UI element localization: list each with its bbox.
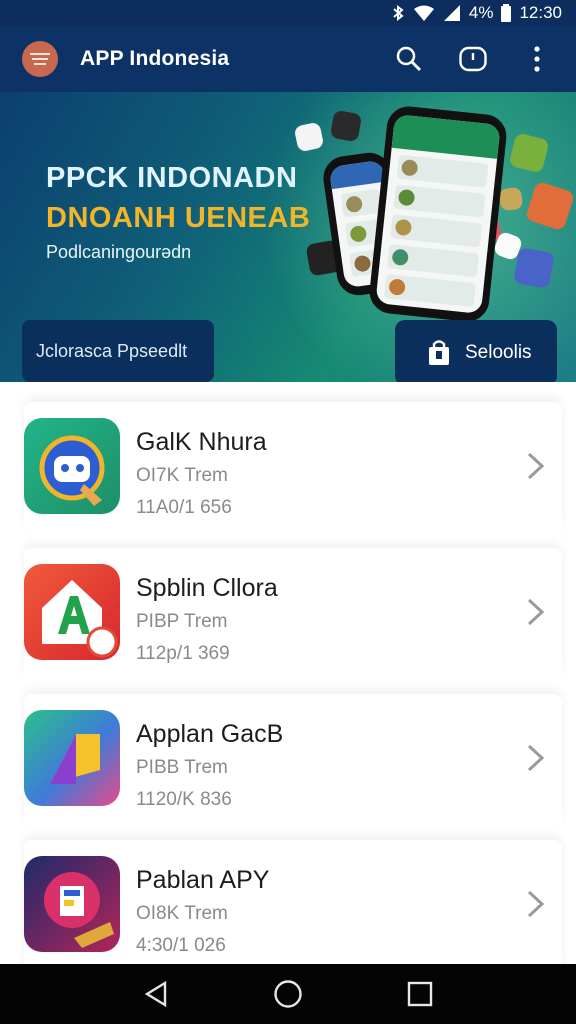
recents-button[interactable] xyxy=(400,974,440,1014)
tab-left[interactable]: Jclorasca Ppseedlt xyxy=(22,320,214,382)
chevron-right-icon xyxy=(527,890,545,918)
timer-button[interactable] xyxy=(458,44,488,74)
letter-f-app-icon xyxy=(24,856,120,952)
app-title: APP Indonesia xyxy=(80,47,230,70)
battery-percent: 4% xyxy=(468,3,494,22)
list-item[interactable]: Spblin Cllora PIBP Trem 112p/1 369 xyxy=(24,548,562,680)
home-button[interactable] xyxy=(268,974,308,1014)
banner-headline-2: DNOANH UENEAB xyxy=(46,202,311,234)
app-name: GalK Nhura xyxy=(136,428,267,456)
app-date: 11A0/1 656 xyxy=(136,497,232,518)
signal-icon xyxy=(443,5,461,21)
search-icon xyxy=(396,46,421,71)
wifi-icon xyxy=(413,5,435,21)
app-bar: APP Indonesia xyxy=(0,26,576,92)
app-name: Spblin Cllora xyxy=(136,574,278,602)
back-button[interactable] xyxy=(136,974,176,1014)
gradient-shape-app-icon xyxy=(24,710,120,806)
menu-icon xyxy=(30,53,50,65)
tab-right-label: Seloolis xyxy=(465,342,532,363)
more-vert-icon xyxy=(534,46,540,72)
banner-subline: Podlcaningourədn xyxy=(46,242,192,262)
list-item[interactable]: Pablan APY OI8K Trem 4:30/1 026 xyxy=(24,840,562,964)
robot-app-icon xyxy=(24,418,120,514)
app-meta: PIBB Trem xyxy=(136,757,228,778)
promo-banner[interactable]: PPCK INDONADN DNOANH UENEAB Podlcaningou… xyxy=(0,92,576,382)
battery-icon xyxy=(501,4,512,22)
tab-notch xyxy=(62,370,86,382)
app-name: Applan GacB xyxy=(136,720,284,748)
system-nav-bar xyxy=(0,964,576,1024)
app-list: GalK Nhura OI7K Trem 11A0/1 656 Spblin C… xyxy=(0,382,576,964)
app-meta: OI8K Trem xyxy=(136,903,228,924)
list-item[interactable]: Applan GacB PIBB Trem 1120/K 836 xyxy=(24,694,562,826)
tab-right[interactable]: Seloolis xyxy=(395,320,557,382)
banner-headline-1: PPCK INDONADN xyxy=(46,162,298,194)
chevron-right-icon xyxy=(527,598,545,626)
chevron-right-icon xyxy=(527,452,545,480)
chevron-right-icon xyxy=(527,744,545,772)
letter-a-app-icon xyxy=(24,564,120,660)
floating-app-icon xyxy=(329,109,363,143)
phone-illustration-front xyxy=(367,104,509,324)
floating-app-icon xyxy=(513,247,555,289)
status-bar: 4% 12:30 xyxy=(0,0,576,26)
app-date: 4:30/1 026 xyxy=(136,935,226,956)
app-date: 112p/1 369 xyxy=(136,643,230,664)
bluetooth-icon xyxy=(391,5,405,21)
app-meta: OI7K Trem xyxy=(136,465,228,486)
more-options-button[interactable] xyxy=(522,44,552,74)
search-button[interactable] xyxy=(394,44,424,74)
tab-left-label: Jclorasca Ppseedlt xyxy=(36,340,188,361)
bag-icon xyxy=(429,340,449,365)
back-icon xyxy=(144,980,167,1008)
app-date: 1120/K 836 xyxy=(136,789,232,810)
clock: 12:30 xyxy=(519,3,562,22)
app-meta: PIBP Trem xyxy=(136,611,228,632)
menu-button[interactable] xyxy=(22,41,58,77)
app-name: Pablan APY xyxy=(136,866,270,894)
home-icon xyxy=(274,980,302,1008)
timer-icon xyxy=(459,46,487,72)
list-item[interactable]: GalK Nhura OI7K Trem 11A0/1 656 xyxy=(24,402,562,534)
recents-icon xyxy=(407,981,433,1007)
